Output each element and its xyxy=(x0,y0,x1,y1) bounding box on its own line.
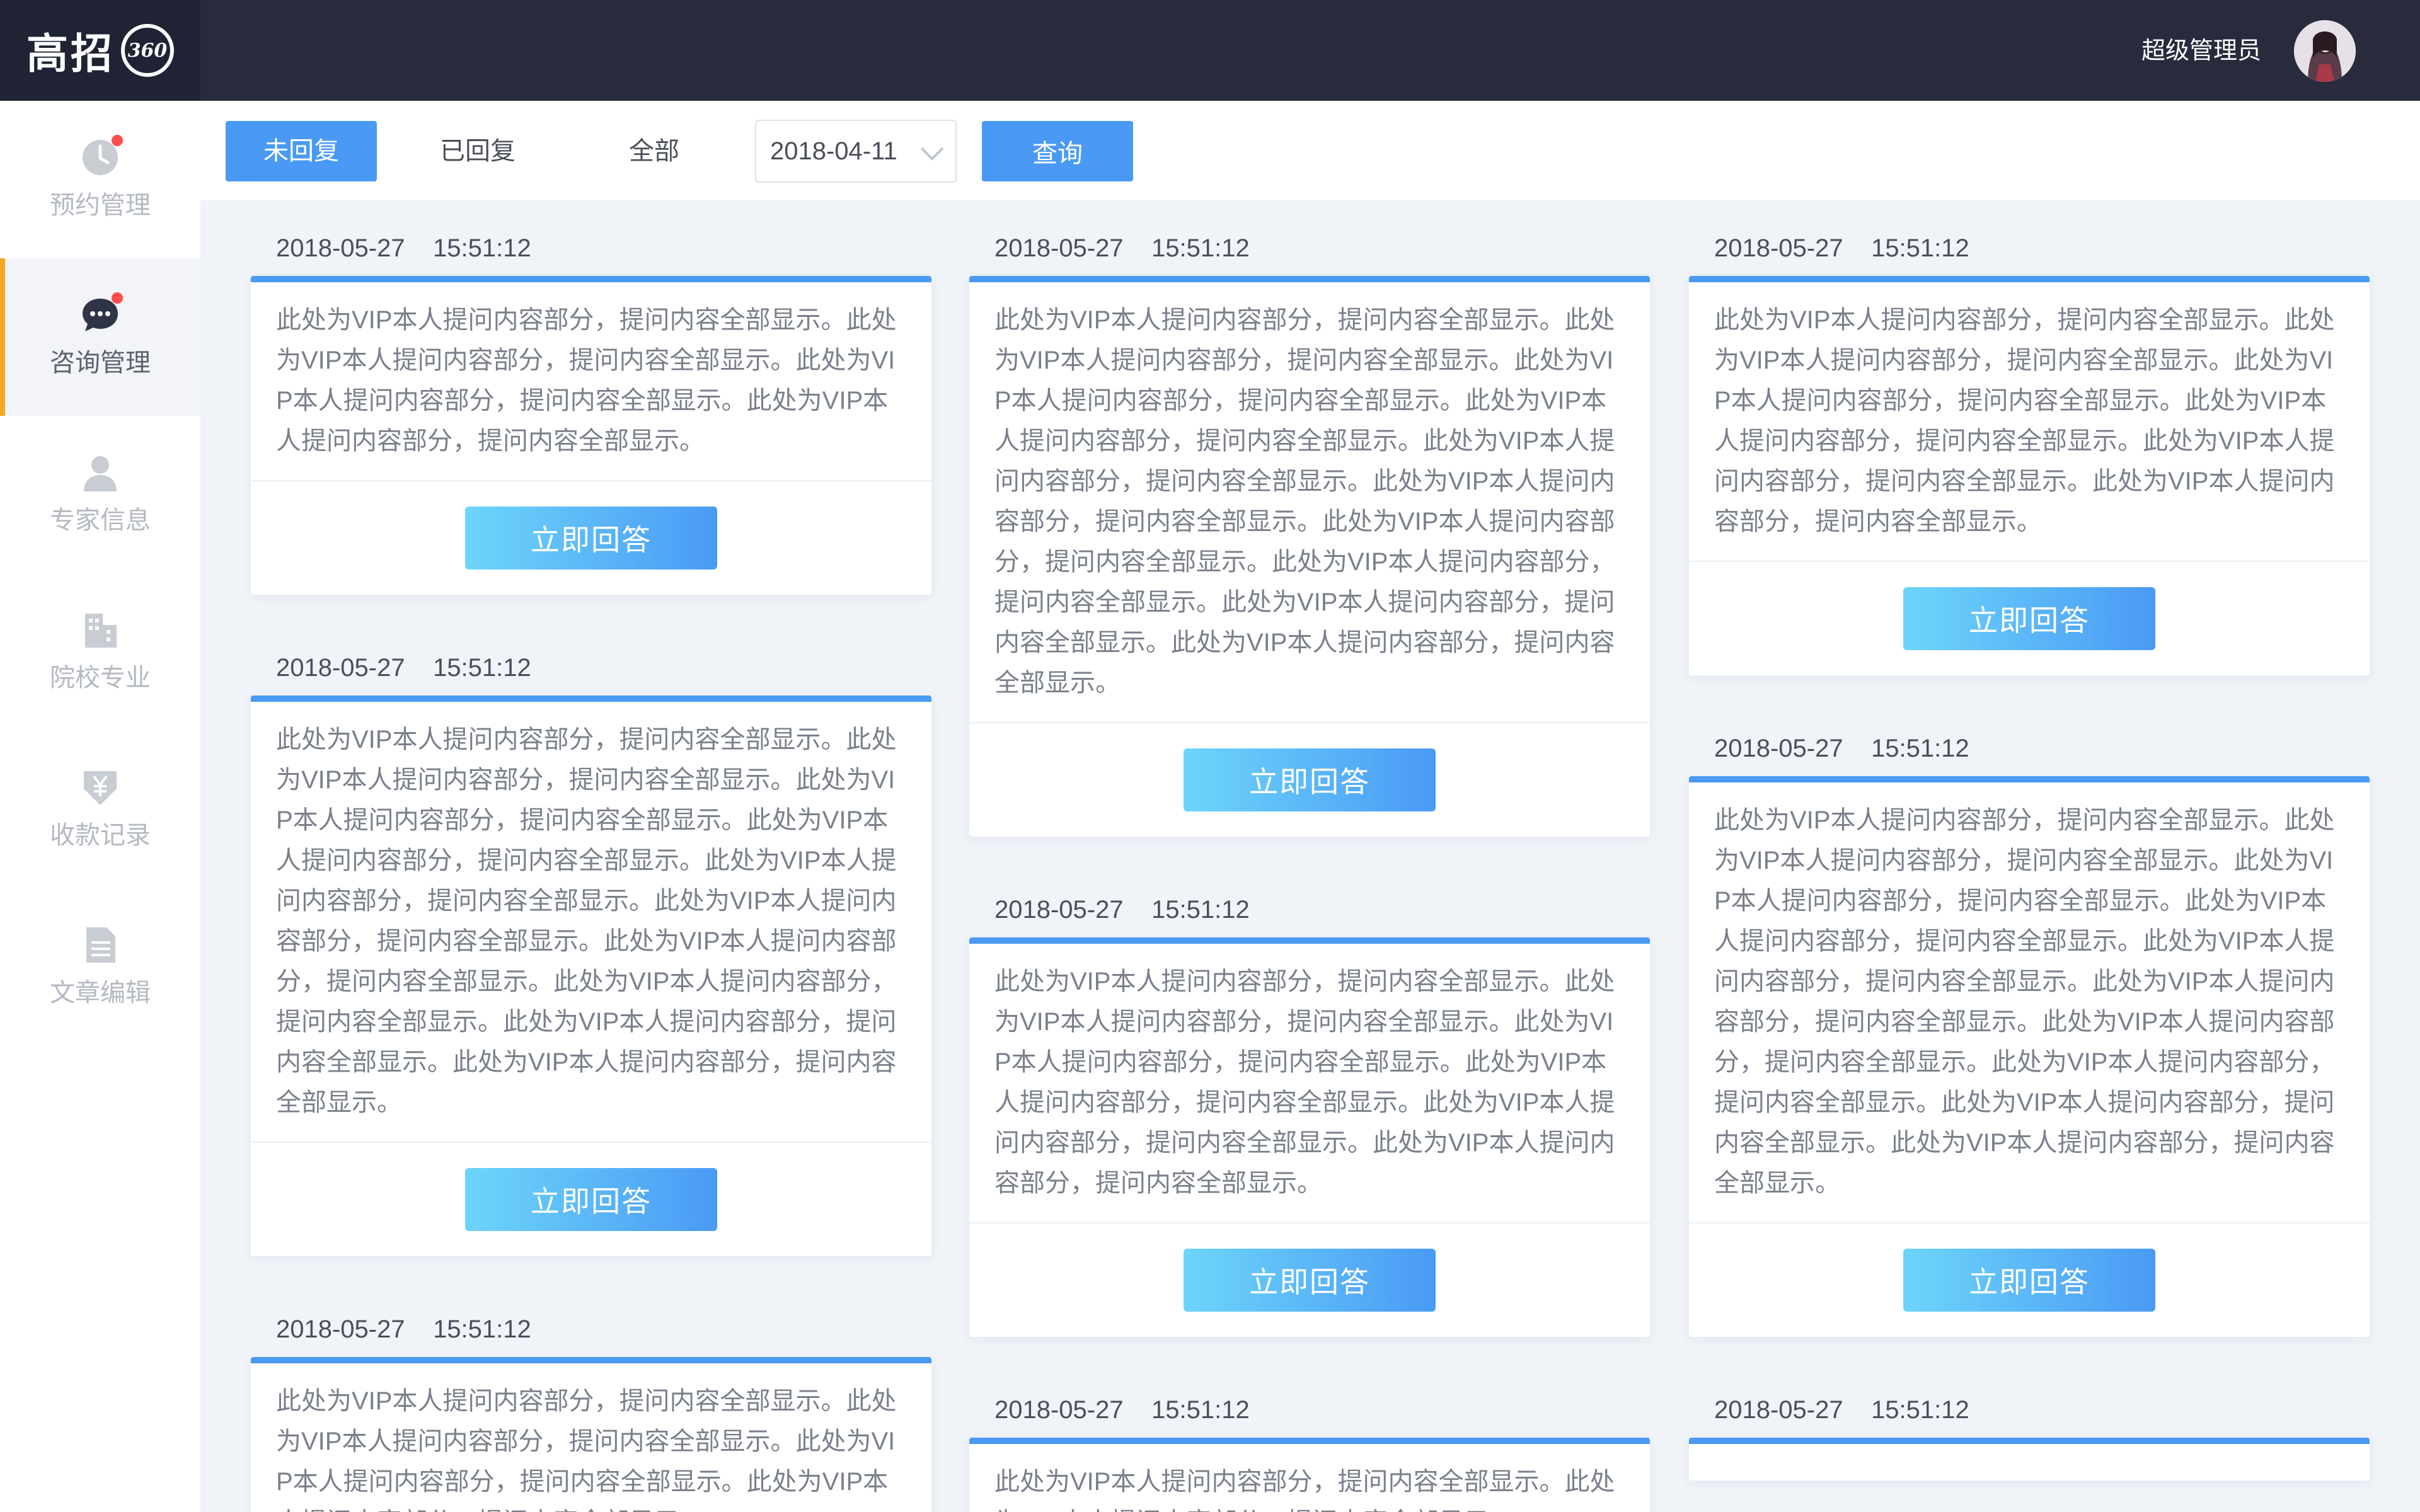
document-icon xyxy=(80,925,120,965)
question-card: 此处为VIP本人提问内容部分，提问内容全部显示。此处为VIP本人提问内容部分，提… xyxy=(1689,276,2370,675)
answer-button[interactable]: 立即回答 xyxy=(1903,587,2155,650)
question-item: 2018-05-27 15:51:12 xyxy=(1689,1362,2370,1480)
card-footer: 立即回答 xyxy=(251,480,931,595)
question-column-3: 2018-05-27 15:51:12 此处为VIP本人提问内容部分，提问内容全… xyxy=(1689,200,2370,1506)
date-value: 2018-04-11 xyxy=(770,137,897,165)
tab-answered[interactable]: 已回复 xyxy=(402,121,553,181)
question-text: 此处为VIP本人提问内容部分，提问内容全部显示。此处为VIP本人提问内容部分，提… xyxy=(994,306,1615,697)
sidebar-item-label: 文章编辑 xyxy=(50,978,151,1007)
card-footer: 立即回答 xyxy=(969,722,1650,837)
question-timestamp: 2018-05-27 15:51:12 xyxy=(1714,735,1969,762)
question-timestamp: 2018-05-27 15:51:12 xyxy=(1714,234,1969,262)
question-text: 此处为VIP本人提问内容部分，提问内容全部显示。此处为VIP本人提问内容部分，提… xyxy=(1714,806,2335,1197)
question-item: 2018-05-27 15:51:12 此处为VIP本人提问内容部分，提问内容全… xyxy=(1689,200,2370,675)
query-button[interactable]: 查询 xyxy=(982,121,1133,181)
answer-button[interactable]: 立即回答 xyxy=(1903,1249,2155,1312)
admin-name[interactable]: 超级管理员 xyxy=(2141,34,2261,67)
tab-all[interactable]: 全部 xyxy=(579,121,730,181)
sidebar-item-payments[interactable]: 收款记录 xyxy=(0,731,200,888)
answer-button[interactable]: 立即回答 xyxy=(465,1168,717,1231)
question-card: 此处为VIP本人提问内容部分，提问内容全部显示。此处为VIP本人提问内容部分，提… xyxy=(251,1357,931,1512)
question-text xyxy=(1689,1444,2370,1480)
question-item: 2018-05-27 15:51:12 此处为VIP本人提问内容部分，提问内容全… xyxy=(1689,701,2370,1337)
sidebar-item-label: 院校专业 xyxy=(50,663,151,692)
question-timestamp: 2018-05-27 15:51:12 xyxy=(1714,1396,1969,1424)
question-timestamp: 2018-05-27 15:51:12 xyxy=(994,896,1250,924)
question-card: 此处为VIP本人提问内容部分，提问内容全部显示。此处为VIP本人提问内容部分，提… xyxy=(969,1438,1650,1512)
question-timestamp: 2018-05-27 15:51:12 xyxy=(994,234,1250,262)
question-text: 此处为VIP本人提问内容部分，提问内容全部显示。此处为VIP本人提问内容部分，提… xyxy=(276,1387,897,1512)
question-item: 2018-05-27 15:51:12 此处为VIP本人提问内容部分，提问内容全… xyxy=(969,862,1650,1337)
sidebar-item-experts[interactable]: 专家信息 xyxy=(0,416,200,573)
answer-button[interactable]: 立即回答 xyxy=(1184,1249,1436,1312)
question-card: 此处为VIP本人提问内容部分，提问内容全部显示。此处为VIP本人提问内容部分，提… xyxy=(969,937,1650,1337)
question-text: 此处为VIP本人提问内容部分，提问内容全部显示。此处为VIP本人提问内容部分，提… xyxy=(276,726,897,1116)
sidebar-item-consultation[interactable]: 咨询管理 xyxy=(0,258,200,416)
notification-dot xyxy=(112,135,123,146)
building-icon xyxy=(80,610,120,650)
sidebar-item-label: 收款记录 xyxy=(50,821,151,850)
question-item: 2018-05-27 15:51:12 此处为VIP本人提问内容部分，提问内容全… xyxy=(251,620,931,1256)
top-bar: 高招 360 超级管理员 xyxy=(0,0,2420,101)
sidebar: 预约管理 咨询管理 专家信息 院校专业 收款记录 文章编辑 xyxy=(0,101,200,1512)
avatar-image xyxy=(2294,20,2356,82)
notification-dot xyxy=(112,292,123,304)
question-text: 此处为VIP本人提问内容部分，提问内容全部显示。此处为VIP本人提问内容部分，提… xyxy=(276,306,897,455)
avatar[interactable] xyxy=(2294,20,2356,82)
filter-toolbar: 未回复 已回复 全部 2018-04-11 查询 xyxy=(200,101,2420,200)
question-item: 2018-05-27 15:51:12 此处为VIP本人提问内容部分，提问内容全… xyxy=(251,1281,931,1512)
question-text: 此处为VIP本人提问内容部分，提问内容全部显示。此处为VIP本人提问内容部分，提… xyxy=(994,1468,1615,1512)
card-footer: 立即回答 xyxy=(1689,1222,2370,1337)
answer-button[interactable]: 立即回答 xyxy=(1184,748,1436,811)
tab-unanswered[interactable]: 未回复 xyxy=(226,121,377,181)
logo-text: 高招 xyxy=(26,29,115,78)
sidebar-item-schools[interactable]: 院校专业 xyxy=(0,573,200,731)
card-footer: 立即回答 xyxy=(1689,561,2370,675)
question-column-1: 2018-05-27 15:51:12 此处为VIP本人提问内容部分，提问内容全… xyxy=(251,200,931,1512)
question-item: 2018-05-27 15:51:12 此处为VIP本人提问内容部分，提问内容全… xyxy=(969,1362,1650,1512)
date-picker[interactable]: 2018-04-11 xyxy=(755,120,957,183)
sidebar-item-label: 咨询管理 xyxy=(50,348,151,377)
sidebar-item-label: 专家信息 xyxy=(50,506,151,535)
card-footer: 立即回答 xyxy=(251,1142,931,1256)
question-timestamp: 2018-05-27 15:51:12 xyxy=(994,1396,1250,1424)
logo-badge: 360 xyxy=(121,24,174,77)
question-card: 此处为VIP本人提问内容部分，提问内容全部显示。此处为VIP本人提问内容部分，提… xyxy=(251,696,931,1256)
question-item: 2018-05-27 15:51:12 此处为VIP本人提问内容部分，提问内容全… xyxy=(969,200,1650,837)
sidebar-item-articles[interactable]: 文章编辑 xyxy=(0,888,200,1046)
answer-button[interactable]: 立即回答 xyxy=(465,507,717,570)
question-column-2: 2018-05-27 15:51:12 此处为VIP本人提问内容部分，提问内容全… xyxy=(969,200,1650,1512)
chat-icon xyxy=(80,292,123,335)
question-text: 此处为VIP本人提问内容部分，提问内容全部显示。此处为VIP本人提问内容部分，提… xyxy=(1714,306,2335,536)
brand-logo[interactable]: 高招 360 xyxy=(0,0,200,101)
question-item: 2018-05-27 15:51:12 此处为VIP本人提问内容部分，提问内容全… xyxy=(251,200,931,595)
yen-icon xyxy=(80,767,120,808)
sidebar-item-label: 预约管理 xyxy=(50,191,151,220)
question-card: 此处为VIP本人提问内容部分，提问内容全部显示。此处为VIP本人提问内容部分，提… xyxy=(251,276,931,595)
question-timestamp: 2018-05-27 15:51:12 xyxy=(276,234,531,262)
sidebar-item-appointments[interactable]: 预约管理 xyxy=(0,101,200,258)
chevron-down-icon xyxy=(920,137,944,161)
question-timestamp: 2018-05-27 15:51:12 xyxy=(276,654,531,682)
question-card xyxy=(1689,1438,2370,1480)
user-icon xyxy=(80,452,120,493)
question-card: 此处为VIP本人提问内容部分，提问内容全部显示。此处为VIP本人提问内容部分，提… xyxy=(969,276,1650,837)
question-timestamp: 2018-05-27 15:51:12 xyxy=(276,1315,531,1343)
question-text: 此处为VIP本人提问内容部分，提问内容全部显示。此处为VIP本人提问内容部分，提… xyxy=(994,968,1615,1197)
card-footer: 立即回答 xyxy=(969,1222,1650,1337)
clock-icon xyxy=(80,135,123,178)
question-card: 此处为VIP本人提问内容部分，提问内容全部显示。此处为VIP本人提问内容部分，提… xyxy=(1689,776,2370,1337)
